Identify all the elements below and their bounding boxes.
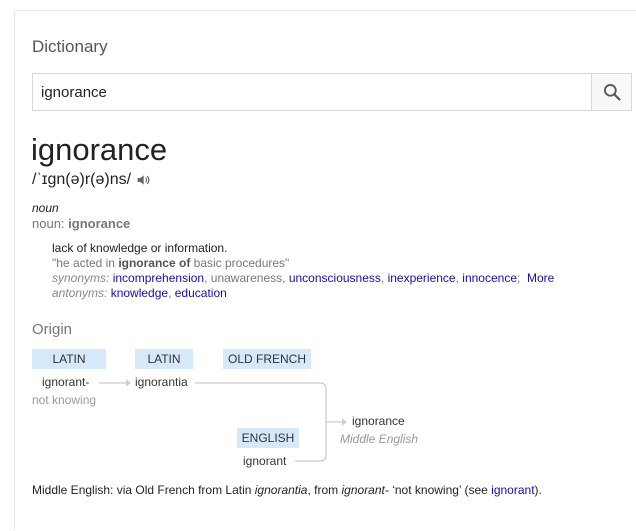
- synonym-link[interactable]: innocence: [462, 271, 517, 285]
- antonyms-label: antonyms:: [52, 286, 108, 300]
- noun-form-line: noun: ignorance: [32, 216, 131, 231]
- footnote-link-ignorant[interactable]: ignorant: [491, 483, 534, 497]
- search-button[interactable]: [591, 74, 631, 110]
- synonyms-label: synonyms:: [52, 271, 110, 285]
- search-icon: [603, 84, 621, 101]
- etym-middle-english: Middle English: [340, 432, 419, 446]
- origin-title: Origin: [32, 321, 73, 338]
- speaker-icon[interactable]: [135, 172, 151, 188]
- synonym-link[interactable]: unconsciousness: [289, 271, 381, 285]
- synonym-link[interactable]: incomprehension: [113, 271, 204, 285]
- etym-ignorant-dash: ignorant-: [42, 375, 90, 389]
- etym-ignorantia: ignorantia: [135, 375, 188, 389]
- synonym-link[interactable]: inexperience: [388, 271, 456, 285]
- tag-latin: LATIN: [135, 349, 193, 369]
- headword: ignorance: [31, 132, 168, 167]
- phonetic-row: /ˈɪɡn(ə)r(ə)ns/: [32, 171, 151, 189]
- noun-form-word: ignorance: [68, 216, 131, 231]
- synonym-text: unawareness: [210, 271, 283, 285]
- dictionary-card: Dictionary ignorance /ˈɪɡn(ə)r(ə)ns/ nou…: [14, 10, 636, 530]
- tag-old-french: OLD FRENCH: [223, 349, 311, 369]
- phonetic-text: /ˈɪɡn(ə)r(ə)ns/: [32, 171, 132, 188]
- tag-latin: LATIN: [32, 349, 106, 369]
- synonyms-row: synonyms: incomprehension, unawareness, …: [52, 271, 555, 285]
- antonym-link[interactable]: knowledge: [111, 286, 168, 300]
- more-synonyms-link[interactable]: More: [527, 271, 554, 285]
- etym-ignorance: ignorance: [352, 414, 405, 428]
- etym-ignorant: ignorant: [243, 454, 287, 468]
- dictionary-title: Dictionary: [32, 37, 108, 56]
- origin-footnote: Middle English: via Old French from Lati…: [32, 483, 542, 497]
- search-box: [32, 73, 632, 111]
- etym-gloss-not-knowing: not knowing: [32, 393, 97, 407]
- antonyms-row: antonyms: knowledge, education: [52, 286, 227, 300]
- definition: lack of knowledge or information.: [52, 241, 228, 255]
- example-sentence: "he acted in ignorance of basic procedur…: [52, 256, 290, 270]
- tag-english: ENGLISH: [237, 428, 299, 448]
- part-of-speech: noun: [32, 201, 59, 215]
- search-input[interactable]: [33, 74, 591, 110]
- antonym-link[interactable]: education: [175, 286, 227, 300]
